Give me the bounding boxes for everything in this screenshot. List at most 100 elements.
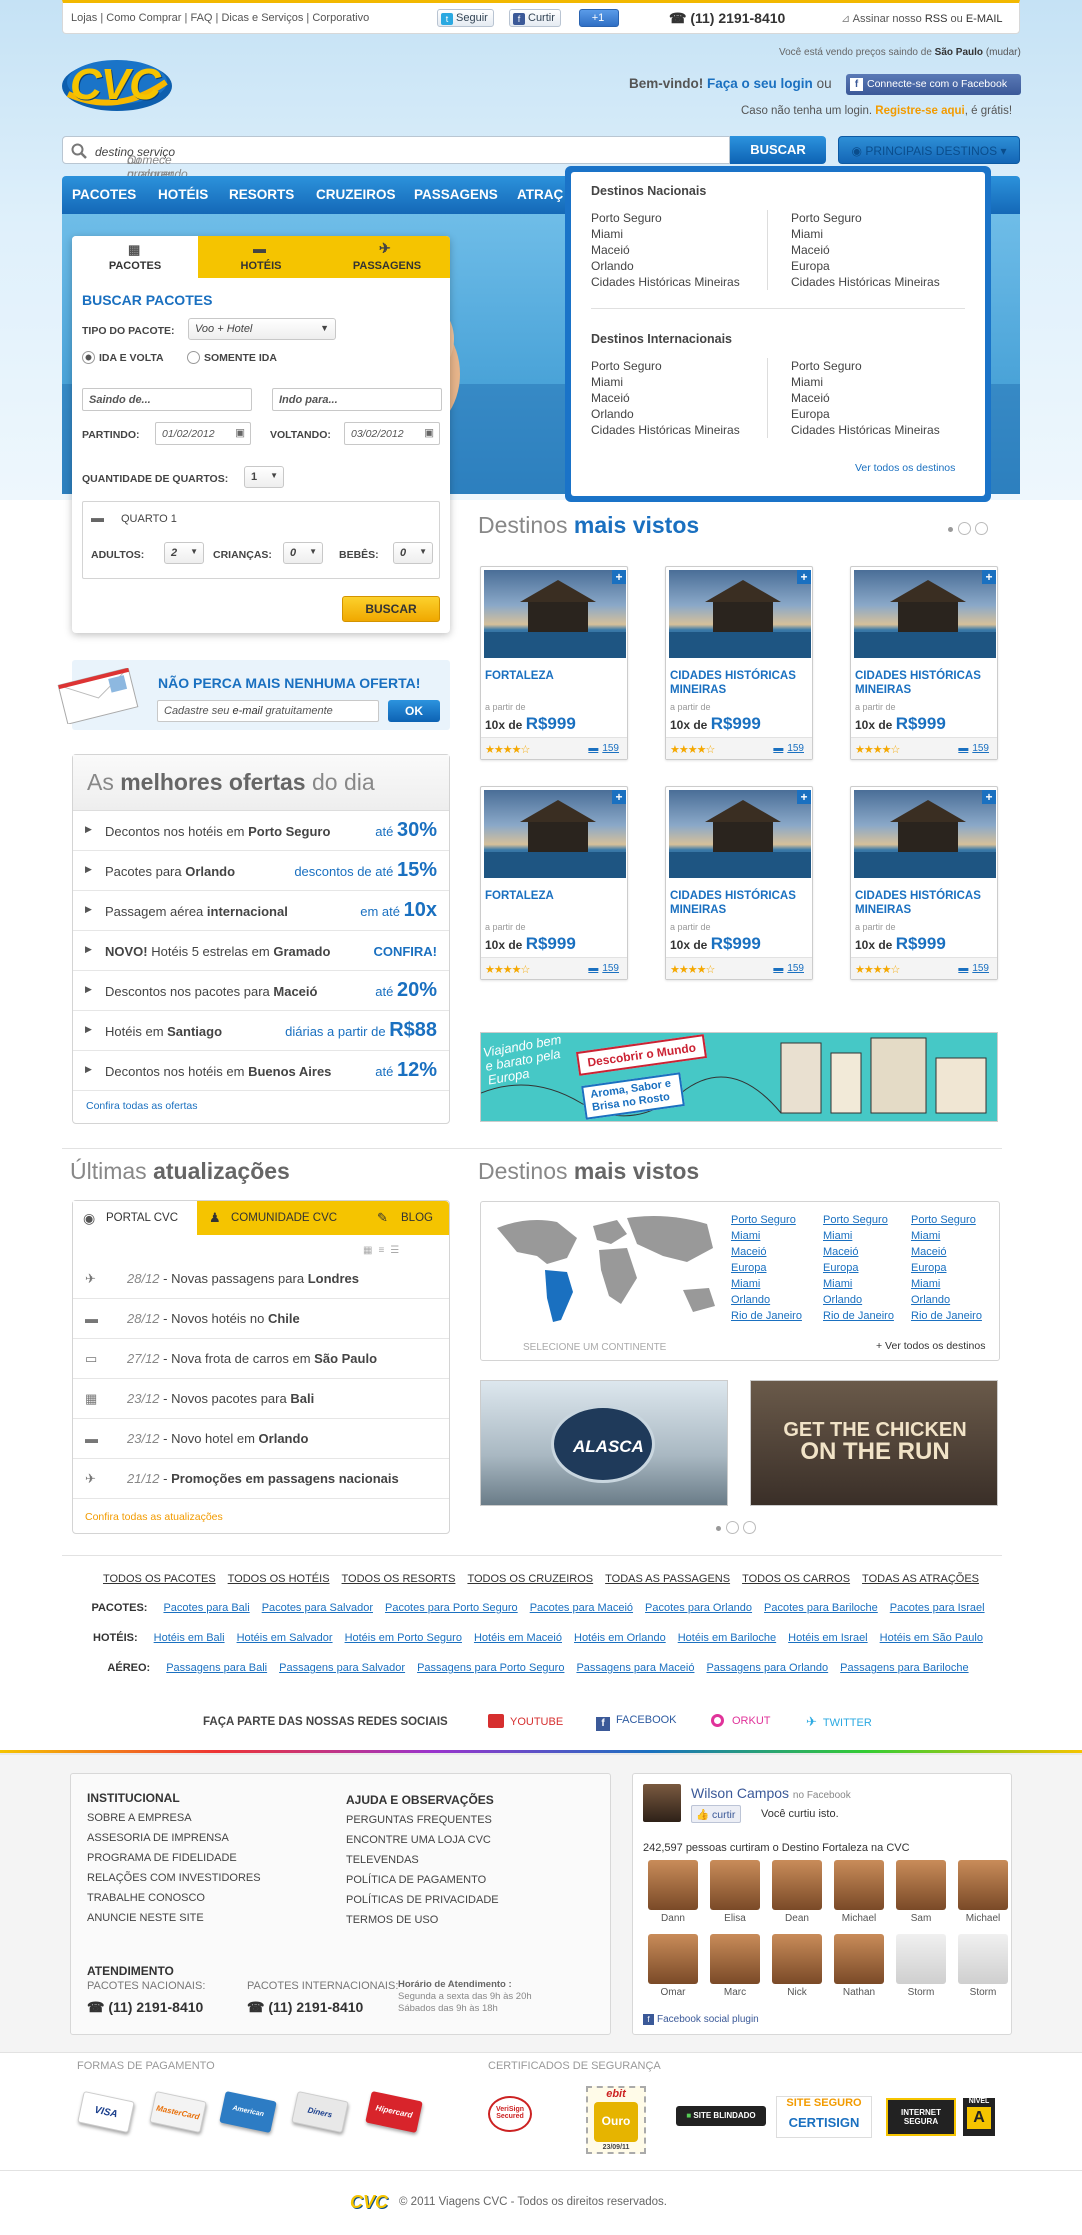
dest-link[interactable]: Miami [791, 374, 940, 390]
dest-link[interactable]: Cidades Históricas Mineiras [791, 274, 940, 290]
comments-count[interactable]: ▬ 159 [958, 963, 989, 974]
footer-link[interactable]: TELEVENDAS [346, 1850, 499, 1870]
update-row[interactable]: ▬ 23/12 - Novo hotel em Orlando [73, 1419, 449, 1459]
footer-link[interactable]: POLÍTICAS DE PRIVACIDADE [346, 1890, 499, 1910]
top-link-como-comprar[interactable]: Como Comprar [106, 12, 181, 24]
nav-resorts[interactable]: RESORTS [229, 187, 294, 202]
fb-face-avatar[interactable] [896, 1934, 946, 1984]
promo-alaska[interactable]: ALASCA [480, 1380, 728, 1506]
offer-row[interactable]: ▶ Hotéis em Santiago diárias a partir de R… [73, 1011, 449, 1051]
top-link-lojas[interactable]: Lojas [71, 12, 97, 24]
update-row[interactable]: ▭ 27/12 - Nova frota de carros em São Pau… [73, 1339, 449, 1379]
tab-pacotes[interactable]: ▦ PACOTES [72, 236, 198, 278]
fb-face-avatar[interactable] [710, 1860, 760, 1910]
facebook-like-button[interactable]: f Curtir [509, 9, 561, 27]
footer-link[interactable]: Pacotes para Orlando [645, 1602, 752, 1614]
cvc-logo[interactable]: CVC [60, 52, 174, 114]
footer-link[interactable]: Passagens para Porto Seguro [417, 1662, 564, 1674]
nav-cruzeiros[interactable]: CRUZEIROS [316, 187, 396, 202]
offer-row[interactable]: ▶ NOVO! Hotéis 5 estrelas em Gramado CONFI… [73, 931, 449, 971]
map-dest-link[interactable]: Miami [911, 1228, 982, 1244]
babies-select[interactable]: 0 ▼ [393, 542, 433, 564]
dest-link[interactable]: Maceió [791, 390, 940, 406]
map-dest-link[interactable]: Maceió [731, 1244, 802, 1260]
carousel-dot[interactable] [726, 1521, 739, 1534]
footer-link[interactable]: TRABALHE CONOSCO [87, 1888, 261, 1908]
destination-card[interactable]: + FORTALEZA a partir de 10x de R$999 ★★★★☆ ▬ 1… [480, 786, 628, 980]
map-dest-link[interactable]: Miami [731, 1228, 802, 1244]
destination-card[interactable]: + CIDADES HISTÓRICAS MINEIRAS a partir de 1… [850, 786, 998, 980]
top-link-corporativo[interactable]: Corporativo [312, 12, 369, 24]
footer-link[interactable]: TODOS OS RESORTS [342, 1573, 456, 1585]
children-select[interactable]: 0 ▼ [283, 542, 323, 564]
footer-link[interactable]: PROGRAMA DE FIDELIDADE [87, 1848, 261, 1868]
offer-row[interactable]: ▶ Passagem aérea internacional em até 10x [73, 891, 449, 931]
comments-count[interactable]: ▬ 159 [773, 963, 804, 974]
map-dest-link[interactable]: Rio de Janeiro [731, 1308, 802, 1324]
tab-passagens[interactable]: ✈ PASSAGENS [324, 236, 450, 278]
dest-link[interactable]: Orlando [591, 406, 740, 422]
fb-face-avatar[interactable] [896, 1860, 946, 1910]
footer-link[interactable]: TODAS AS PASSAGENS [605, 1573, 730, 1585]
see-all-map-destinations-link[interactable]: + Ver todos os destinos [876, 1340, 985, 1352]
change-location-link[interactable]: (mudar) [986, 47, 1021, 58]
map-dest-link[interactable]: Europa [911, 1260, 982, 1276]
footer-link[interactable]: Hotéis em São Paulo [880, 1632, 983, 1644]
footer-link[interactable]: Passagens para Maceió [576, 1662, 694, 1674]
dest-link[interactable]: Maceió [591, 390, 740, 406]
facebook-social-link[interactable]: f FACEBOOK [596, 1714, 677, 1731]
footer-link[interactable]: TODOS OS HOTÉIS [228, 1573, 330, 1585]
tab-blog[interactable]: ✎ BLOG [363, 1201, 449, 1235]
map-dest-link[interactable]: Orlando [911, 1292, 982, 1308]
map-dest-link[interactable]: Orlando [823, 1292, 894, 1308]
twitter-link[interactable]: ✈ TWITTER [806, 1714, 872, 1730]
comments-count[interactable]: ▬ 159 [588, 963, 619, 974]
see-all-updates-link[interactable]: Confira todas as atualizações [85, 1511, 223, 1523]
plus-icon[interactable]: + [982, 570, 996, 584]
radio-oneway[interactable]: SOMENTE IDA [187, 351, 277, 364]
booking-search-button[interactable]: BUSCAR [342, 596, 440, 622]
top-link-faq[interactable]: FAQ [190, 12, 212, 24]
dest-link[interactable]: Porto Seguro [791, 358, 940, 374]
facebook-connect-button[interactable]: f Connecte-se com o Facebook [846, 74, 1021, 95]
plus-icon[interactable]: + [612, 790, 626, 804]
verisign-seal[interactable]: VeriSign Secured [488, 2096, 532, 2132]
footer-link[interactable]: POLÍTICA DE PAGAMENTO [346, 1870, 499, 1890]
comments-count[interactable]: ▬ 159 [588, 743, 619, 754]
dest-link[interactable]: Miami [591, 226, 740, 242]
fb-face-avatar[interactable] [648, 1934, 698, 1984]
return-date-input[interactable]: 03/02/2012 ▣ [344, 422, 440, 445]
certisign-seal[interactable]: SITE SEGURO CERTISIGN [776, 2096, 872, 2138]
offer-row[interactable]: ▶ Decontos nos hotéis em Buenos Aires até … [73, 1051, 449, 1091]
fb-like-button[interactable]: 👍 curtir [691, 1805, 742, 1823]
dest-link[interactable]: Cidades Históricas Mineiras [591, 274, 740, 290]
nav-passagens[interactable]: PASSAGENS [414, 187, 498, 202]
footer-link[interactable]: Pacotes para Maceió [530, 1602, 633, 1614]
plus-icon[interactable]: + [797, 570, 811, 584]
dest-link[interactable]: Europa [791, 406, 940, 422]
depart-date-input[interactable]: 01/02/2012 ▣ [155, 422, 251, 445]
see-all-offers-link[interactable]: Confira todas as ofertas [86, 1100, 197, 1112]
footer-link[interactable]: Passagens para Salvador [279, 1662, 405, 1674]
fb-face-avatar[interactable] [834, 1934, 884, 1984]
login-link[interactable]: Faça o seu login [707, 76, 813, 91]
main-destinations-button[interactable]: ◉ PRINCIPAIS DESTINOS ▾ [838, 136, 1020, 164]
dest-link[interactable]: Porto Seguro [591, 210, 740, 226]
newsletter-ok-button[interactable]: OK [388, 700, 440, 722]
map-dest-link[interactable]: Porto Seguro [911, 1212, 982, 1228]
fb-face-avatar[interactable] [834, 1860, 884, 1910]
footer-link[interactable]: ANUNCIE NESTE SITE [87, 1908, 261, 1928]
package-type-select[interactable]: Voo + Hotel ▼ [188, 318, 336, 340]
internet-segura-seal[interactable]: INTERNET SEGURA [886, 2098, 956, 2136]
fb-face-avatar[interactable] [772, 1860, 822, 1910]
footer-link[interactable]: Hotéis em Orlando [574, 1632, 666, 1644]
footer-link[interactable]: ENCONTRE UMA LOJA CVC [346, 1830, 499, 1850]
footer-link[interactable]: PERGUNTAS FREQUENTES [346, 1810, 499, 1830]
radio-roundtrip[interactable]: IDA E VOLTA [82, 351, 164, 364]
fb-face-avatar[interactable] [710, 1934, 760, 1984]
map-dest-link[interactable]: Miami [731, 1276, 802, 1292]
from-input[interactable]: Saindo de... [82, 388, 252, 411]
newsletter-email-input[interactable]: Cadastre seu e-mail gratuitamente [157, 700, 379, 722]
footer-link[interactable]: Hotéis em Salvador [237, 1632, 333, 1644]
nav-pacotes[interactable]: PACOTES [72, 187, 136, 202]
